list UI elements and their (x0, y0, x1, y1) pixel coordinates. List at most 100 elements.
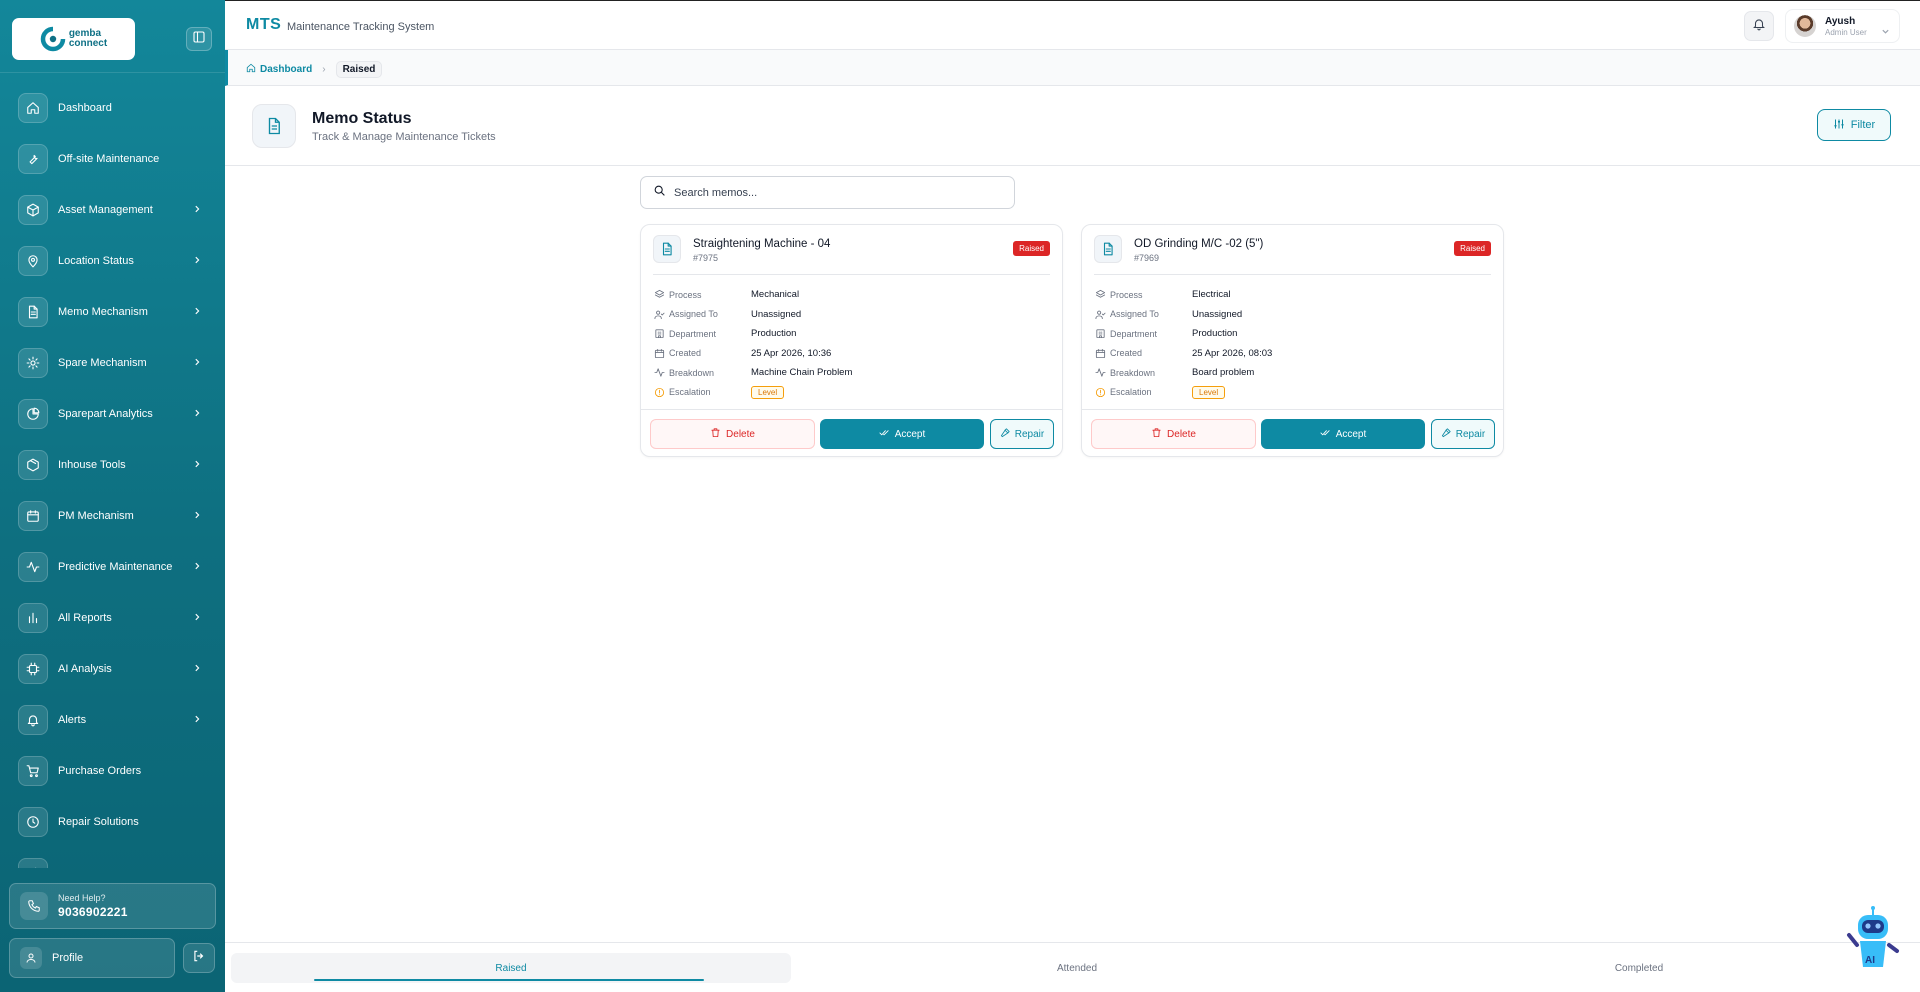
sidebar-item-ai-analysis[interactable]: AI Analysis (0, 643, 225, 694)
users-icon (18, 857, 48, 868)
chevron-right-icon (191, 713, 203, 725)
app-name: Maintenance Tracking System (287, 21, 435, 33)
ai-assistant-button[interactable]: AI (1843, 905, 1903, 977)
robot-icon (1847, 906, 1899, 967)
help-contact[interactable]: Need Help? 9036902221 (9, 883, 216, 929)
user-check-icon (653, 308, 665, 320)
sidebar-divider (0, 72, 225, 73)
user-menu[interactable]: Ayush Admin User (1785, 9, 1900, 43)
repair-label: Repair (1455, 428, 1486, 440)
sidebar-item-all-reports[interactable]: All Reports (0, 592, 225, 643)
sidebar-item-repair-solutions[interactable]: Repair Solutions (0, 796, 225, 847)
tab-completed[interactable]: Completed (1359, 953, 1919, 983)
calendar-icon (18, 500, 48, 531)
escalation-level-chip: Level (751, 385, 785, 399)
sidebar-item-label: Sparepart Analytics (58, 407, 153, 420)
memo-card-header: Straightening Machine - 04 #7975 Raised (653, 235, 1050, 275)
detail-label: Assigned To (1110, 309, 1159, 320)
status-tabs: Raised Attended Completed (225, 942, 1920, 992)
search-input[interactable] (674, 186, 994, 199)
detail-row-escalation: Escalation Level (1094, 383, 1491, 403)
sidebar-item-spare-mechanism[interactable]: Spare Mechanism (0, 337, 225, 388)
detail-row-assigned: Assigned To Unassigned (653, 305, 1050, 325)
calendar-icon (1094, 347, 1106, 359)
bell-icon (1752, 17, 1766, 36)
detail-label: Created (1110, 348, 1143, 359)
bar-chart-icon (18, 602, 48, 633)
memo-card[interactable]: OD Grinding M/C -02 (5") #7969 Raised Proce… (1081, 224, 1504, 457)
status-badge: Raised (1454, 241, 1491, 256)
profile-button[interactable]: Profile (9, 938, 175, 978)
notifications-button[interactable] (1744, 11, 1774, 41)
detail-label: Breakdown (669, 367, 715, 378)
cpu-icon (18, 653, 48, 684)
tab-label: Raised (495, 962, 527, 974)
filter-button[interactable]: Filter (1817, 109, 1891, 141)
sidebar-item-inhouse-tools[interactable]: Inhouse Tools (0, 439, 225, 490)
alert-circle-icon (1094, 386, 1106, 398)
sidebar-item-off-site-maintenance[interactable]: Off-site Maintenance (0, 133, 225, 184)
detail-label: Assigned To (669, 309, 718, 320)
sidebar-item-label: User Management (58, 867, 149, 869)
sidebar-item-dashboard[interactable]: Dashboard (0, 82, 225, 133)
sidebar-item-predictive-maintenance[interactable]: Predictive Maintenance (0, 541, 225, 592)
sidebar: gemba connect Dashboard Off-site Maintena… (0, 0, 225, 992)
breadcrumb-home[interactable]: Dashboard (246, 63, 312, 76)
active-tab-indicator (314, 979, 704, 981)
logout-button[interactable] (183, 943, 215, 973)
clock-icon (18, 806, 48, 837)
page-title: Memo Status (312, 110, 412, 127)
repair-button[interactable]: Repair (990, 419, 1054, 449)
chevron-right-icon (191, 662, 203, 674)
sidebar-item-label: Repair Solutions (58, 815, 139, 828)
repair-button[interactable]: Repair (1431, 419, 1495, 449)
breadcrumb-bar: Dashboard › Raised (225, 50, 1920, 86)
box-icon (18, 194, 48, 225)
gear-icon (18, 347, 48, 378)
sidebar-item-alerts[interactable]: Alerts (0, 694, 225, 745)
layers-icon (1094, 289, 1106, 301)
brand-logo[interactable]: gemba connect (12, 18, 135, 60)
document-icon (1094, 235, 1122, 263)
sidebar-item-asset-management[interactable]: Asset Management (0, 184, 225, 235)
sidebar-item-memo-mechanism[interactable]: Memo Mechanism (0, 286, 225, 337)
trash-icon (710, 427, 721, 441)
chevron-right-icon (191, 407, 203, 419)
sidebar-item-sparepart-analytics[interactable]: Sparepart Analytics (0, 388, 225, 439)
chevron-right-icon (191, 560, 203, 572)
detail-row-created: Created 25 Apr 2026, 10:36 (653, 344, 1050, 364)
memo-title: Straightening Machine - 04 (693, 238, 831, 250)
help-title: Need Help? (58, 893, 106, 903)
detail-label: Escalation (1110, 387, 1152, 398)
sidebar-item-purchase-orders[interactable]: Purchase Orders (0, 745, 225, 796)
chevron-right-icon (191, 509, 203, 521)
delete-button[interactable]: Delete (650, 419, 815, 449)
memo-card[interactable]: Straightening Machine - 04 #7975 Raised Pro… (640, 224, 1063, 457)
memo-id: #7975 (693, 253, 719, 263)
detail-row-breakdown: Breakdown Machine Chain Problem (653, 363, 1050, 383)
panel-left-icon (193, 30, 205, 48)
sidebar-item-pm-mechanism[interactable]: PM Mechanism (0, 490, 225, 541)
package-icon (18, 449, 48, 480)
tab-label: Attended (1056, 962, 1098, 974)
ai-bot-label: AI (1865, 955, 1875, 966)
detail-row-breakdown: Breakdown Board problem (1094, 363, 1491, 383)
profile-label: Profile (52, 952, 84, 964)
sidebar-item-label: PM Mechanism (58, 509, 134, 522)
page-subtitle: Track & Manage Maintenance Tickets (312, 131, 496, 143)
user-name: Ayush (1825, 15, 1856, 27)
building-icon (653, 328, 665, 340)
detail-row-created: Created 25 Apr 2026, 08:03 (1094, 344, 1491, 364)
accept-button[interactable]: Accept (820, 419, 984, 449)
sidebar-item-user-management[interactable]: User Management (0, 847, 225, 868)
accept-button[interactable]: Accept (1261, 419, 1425, 449)
sidebar-item-location-status[interactable]: Location Status (0, 235, 225, 286)
sidebar-collapse-button[interactable] (186, 27, 212, 51)
tab-attended[interactable]: Attended (797, 953, 1357, 983)
filter-label: Filter (1850, 119, 1876, 131)
detail-label: Department (669, 328, 717, 339)
accept-label: Accept (894, 428, 926, 440)
sidebar-item-label: Predictive Maintenance (58, 560, 173, 573)
map-pin-icon (18, 245, 48, 276)
delete-button[interactable]: Delete (1091, 419, 1256, 449)
